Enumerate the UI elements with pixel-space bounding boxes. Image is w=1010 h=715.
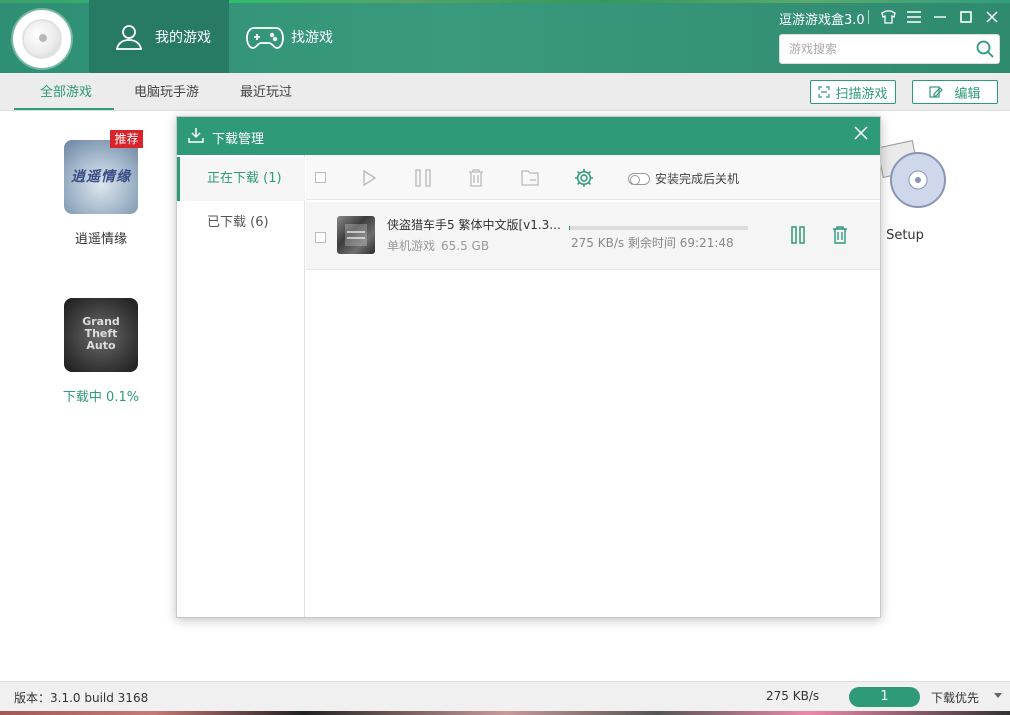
- status-bar: 版本：3.1.0 build 3168 275 KB/s 1 下载优先: [0, 681, 1010, 711]
- download-icon: [187, 126, 205, 148]
- download-category: 单机游戏: [387, 239, 436, 253]
- game-name: 逍遥情缘: [74, 232, 127, 247]
- subtab-recent[interactable]: 最近玩过: [240, 73, 292, 110]
- progress-bar: [569, 226, 748, 230]
- top-header: 我的游戏 找游戏 逗游游戏盒3.0: [0, 0, 1010, 73]
- download-name: 侠盗猎车手5 繁体中文版[v1.3...: [387, 218, 561, 232]
- gamepad-icon: [245, 17, 285, 57]
- sub-navigation: 全部游戏 电脑玩手游 最近玩过 扫描游戏 编辑: [0, 73, 1010, 111]
- edit-icon: [929, 86, 944, 98]
- settings-icon[interactable]: [573, 167, 595, 189]
- chevron-down-icon[interactable]: [994, 693, 1002, 698]
- pause-icon[interactable]: [412, 167, 434, 189]
- dialog-title: 下载管理: [212, 132, 265, 147]
- skin-icon[interactable]: [879, 8, 897, 26]
- version-text: 版本：3.1.0 build 3168: [14, 691, 149, 705]
- footer-speed: 275 KB/s: [766, 689, 820, 703]
- select-all-checkbox[interactable]: [315, 172, 326, 183]
- bottom-decor: [0, 711, 1010, 715]
- close-icon[interactable]: [983, 8, 1001, 26]
- dialog-header: 下载管理: [177, 117, 880, 155]
- download-meta: 单机游戏 65.5 GB: [387, 237, 489, 254]
- minimize-icon[interactable]: [931, 8, 949, 26]
- download-manager-dialog: 下载管理 正在下载 (1) 已下载 (6) 安装完成后关机 侠盗猎车手5 繁体中…: [176, 116, 881, 618]
- game-thumb-text: Grand Theft Auto: [82, 315, 120, 352]
- menu-icon[interactable]: [905, 8, 923, 26]
- game-thumb-text: 逍遥情缘: [71, 169, 131, 185]
- download-row[interactable]: 侠盗猎车手5 繁体中文版[v1.3... 单机游戏 65.5 GB 275 KB/…: [306, 202, 880, 270]
- logo-eye: [39, 34, 47, 42]
- game-thumbnail: [337, 216, 375, 254]
- search-input[interactable]: [780, 35, 970, 63]
- dialog-sidebar: 正在下载 (1) 已下载 (6): [177, 155, 305, 617]
- search-box: [779, 34, 1000, 64]
- delete-icon[interactable]: [465, 167, 487, 189]
- row-checkbox[interactable]: [315, 232, 326, 243]
- app-title: 逗游游戏盒3.0: [779, 13, 865, 28]
- shutdown-label: 安装完成后关机: [655, 172, 740, 186]
- nav-label: 我的游戏: [155, 29, 211, 46]
- download-speed-remaining: 275 KB/s 剩余时间 69:21:48: [571, 236, 734, 250]
- edit-label: 编辑: [954, 86, 981, 102]
- nav-label: 找游戏: [291, 29, 333, 46]
- search-icon[interactable]: [976, 40, 994, 58]
- close-icon[interactable]: [854, 126, 868, 144]
- sidebar-item-downloaded[interactable]: 已下载 (6): [177, 201, 305, 245]
- edit-button[interactable]: 编辑: [912, 80, 998, 104]
- row-delete-icon[interactable]: [829, 224, 851, 246]
- download-toolbar: 安装完成后关机: [306, 155, 880, 200]
- title-separator: [868, 10, 869, 24]
- download-count-badge[interactable]: 1: [849, 687, 920, 707]
- nav-my-games[interactable]: 我的游戏: [89, 0, 229, 73]
- row-pause-icon[interactable]: [787, 224, 809, 246]
- folder-icon[interactable]: [519, 167, 541, 189]
- scan-icon: [818, 86, 831, 98]
- active-tab-indicator: [14, 108, 114, 110]
- nav-find-games[interactable]: 找游戏: [229, 0, 359, 73]
- download-priority[interactable]: 下载优先: [931, 689, 979, 706]
- game-tile[interactable]: 逍遥情缘 逍遥情缘: [56, 140, 146, 247]
- scan-label: 扫描游戏: [835, 86, 888, 102]
- game-thumbnail: 逍遥情缘: [64, 140, 138, 214]
- app-logo[interactable]: [13, 10, 71, 68]
- start-icon[interactable]: [358, 167, 380, 189]
- subtab-mobile-games[interactable]: 电脑玩手游: [134, 73, 199, 110]
- download-size: 65.5 GB: [441, 239, 490, 253]
- recommend-badge: 推荐: [110, 130, 143, 148]
- download-status: 下载中 0.1%: [62, 390, 140, 405]
- shutdown-toggle[interactable]: [628, 173, 650, 185]
- game-thumbnail: Grand Theft Auto: [64, 298, 138, 372]
- scan-games-button[interactable]: 扫描游戏: [810, 80, 896, 104]
- user-icon: [109, 17, 149, 57]
- maximize-icon[interactable]: [957, 8, 975, 26]
- subtab-all-games[interactable]: 全部游戏: [40, 73, 92, 110]
- sidebar-item-downloading[interactable]: 正在下载 (1): [177, 157, 305, 201]
- game-tile[interactable]: Grand Theft Auto 下载中 0.1%: [56, 298, 146, 405]
